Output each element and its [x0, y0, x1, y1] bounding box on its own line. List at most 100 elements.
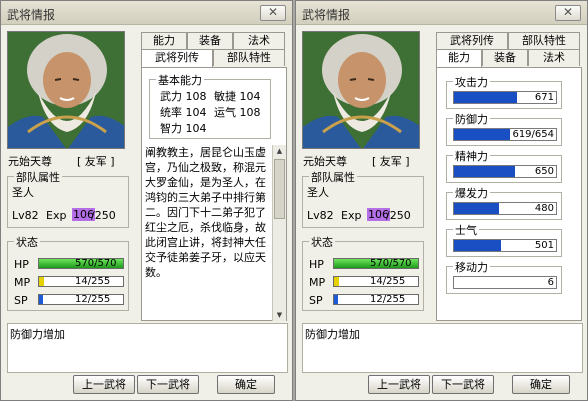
tab-unit-traits[interactable]: 部队特性	[508, 32, 580, 49]
mp-value: 14/255	[75, 276, 111, 287]
sp-value: 12/255	[370, 294, 406, 305]
effect-box: 防御力增加	[302, 323, 583, 373]
general-info-window-left: 武将情报 ✕ 元始天尊 [ 友军 ] 部队属性 圣人 Lv82 Exp 106 …	[0, 0, 293, 401]
hp-label: HP	[309, 258, 324, 271]
general-portrait	[302, 31, 420, 149]
attr-label-movement: 移动力	[453, 259, 490, 275]
hp-value: 570/570	[75, 258, 117, 269]
exp-max: /250	[91, 209, 116, 222]
hp-bar: 570/570	[38, 258, 124, 269]
attr-group-defense: 防御力 619/654	[446, 111, 562, 146]
status-group: 状态 HP 570/570 MP 14/255 SP 12/255	[302, 234, 424, 311]
attr-value-movement: 6	[547, 277, 554, 288]
level: Lv82	[307, 209, 334, 222]
mp-bar-fill	[39, 277, 45, 286]
attr-value-attack: 671	[534, 92, 554, 103]
sp-bar: 12/255	[333, 294, 419, 305]
basic-ability-group: 基本能力 武力 108 敏捷 104 统率 104 运气 108 智力 104	[149, 72, 271, 139]
ok-button[interactable]: 确定	[512, 375, 570, 394]
ok-button[interactable]: 确定	[217, 375, 275, 394]
tab-magic[interactable]: 法术	[528, 49, 580, 66]
exp-label: Exp	[341, 209, 362, 222]
title-bar: 武将情报 ✕	[1, 1, 292, 25]
attr-label-defense: 防御力	[453, 111, 490, 127]
sp-bar-fill	[334, 295, 339, 304]
sp-label: SP	[309, 294, 323, 307]
unit-attribute-group: 部队属性 圣人 Lv82 Exp 106 /250	[7, 169, 129, 228]
attr-bar-defense: 619/654	[453, 128, 557, 141]
close-button[interactable]: ✕	[260, 5, 286, 21]
sp-value: 12/255	[75, 294, 111, 305]
mp-label: MP	[14, 276, 31, 289]
unit-attribute-group: 部队属性 圣人 Lv82 Exp 106 /250	[302, 169, 424, 228]
stat-agility: 敏捷 104	[214, 90, 261, 103]
unit-attr-title: 部队属性	[14, 169, 62, 185]
faction-label: [ 友军 ]	[77, 155, 115, 168]
attr-label-burst: 爆发力	[453, 185, 490, 201]
tab-equipment[interactable]: 装备	[187, 32, 233, 49]
effect-text: 防御力增加	[10, 328, 65, 341]
sp-bar-fill	[39, 295, 44, 304]
biography-scrollbar[interactable]: ▲ ▼	[272, 145, 286, 321]
unit-attr-value: 圣人	[307, 186, 329, 199]
basic-ability-title: 基本能力	[156, 72, 204, 88]
scroll-up-arrow-icon[interactable]: ▲	[273, 145, 286, 157]
attr-fill-spirit	[454, 166, 516, 177]
attr-group-spirit: 精神力 650	[446, 148, 562, 183]
name-bar: 元始天尊 [ 友军 ]	[7, 152, 125, 168]
attr-group-burst: 爆发力 480	[446, 185, 562, 220]
tab-biography[interactable]: 武将列传	[141, 49, 213, 67]
stat-luck: 运气 108	[214, 106, 261, 119]
prev-general-button[interactable]: 上一武将	[368, 375, 430, 394]
unit-attr-title: 部队属性	[309, 169, 357, 185]
attr-group-morale: 士气 501	[446, 222, 562, 257]
status-group: 状态 HP 570/570 MP 14/255 SP 12/255	[7, 234, 129, 311]
tab-unit-traits[interactable]: 部队特性	[213, 49, 285, 66]
tab-ability[interactable]: 能力	[436, 49, 482, 67]
status-title: 状态	[309, 234, 335, 250]
attr-bar-spirit: 650	[453, 165, 557, 178]
status-title: 状态	[14, 234, 40, 250]
hp-label: HP	[14, 258, 29, 271]
general-name: 元始天尊	[8, 155, 52, 168]
hp-value: 570/570	[370, 258, 412, 269]
attr-bar-attack: 671	[453, 91, 557, 104]
name-bar: 元始天尊 [ 友军 ]	[302, 152, 420, 168]
attr-group-movement: 移动力 6	[446, 259, 562, 294]
title-bar: 武将情报 ✕	[296, 1, 587, 25]
attr-fill-morale	[454, 240, 501, 251]
mp-bar-fill	[334, 277, 340, 286]
attr-bar-burst: 480	[453, 202, 557, 215]
stat-command: 统率 104	[160, 106, 207, 119]
close-button[interactable]: ✕	[555, 5, 581, 21]
attr-bar-morale: 501	[453, 239, 557, 252]
level: Lv82	[12, 209, 39, 222]
stat-intellect: 智力 104	[160, 122, 207, 135]
next-general-button[interactable]: 下一武将	[137, 375, 199, 394]
stat-force: 武力 108	[160, 90, 207, 103]
hp-bar: 570/570	[333, 258, 419, 269]
attr-label-spirit: 精神力	[453, 148, 490, 164]
tab-magic[interactable]: 法术	[233, 32, 285, 49]
general-name: 元始天尊	[303, 155, 347, 168]
mp-bar: 14/255	[38, 276, 124, 287]
scroll-down-arrow-icon[interactable]: ▼	[273, 309, 286, 321]
mp-label: MP	[309, 276, 326, 289]
mp-bar: 14/255	[333, 276, 419, 287]
attr-label-attack: 攻击力	[453, 74, 490, 90]
attr-fill-burst	[454, 203, 499, 214]
tab-ability[interactable]: 能力	[141, 32, 187, 49]
tab-equipment[interactable]: 装备	[482, 49, 528, 66]
next-general-button[interactable]: 下一武将	[432, 375, 494, 394]
scroll-thumb[interactable]	[274, 159, 285, 219]
sp-bar: 12/255	[38, 294, 124, 305]
sp-label: SP	[14, 294, 28, 307]
general-info-window-right: 武将情报 ✕ 元始天尊 [ 友军 ] 部队属性 圣人 Lv82 Exp 106 …	[295, 0, 588, 401]
prev-general-button[interactable]: 上一武将	[73, 375, 135, 394]
attr-value-defense: 619/654	[512, 129, 554, 140]
tab-biography[interactable]: 武将列传	[436, 32, 508, 49]
attr-value-morale: 501	[534, 240, 554, 251]
exp-label: Exp	[46, 209, 67, 222]
attr-group-attack: 攻击力 671	[446, 74, 562, 109]
attr-fill-defense	[454, 129, 511, 140]
